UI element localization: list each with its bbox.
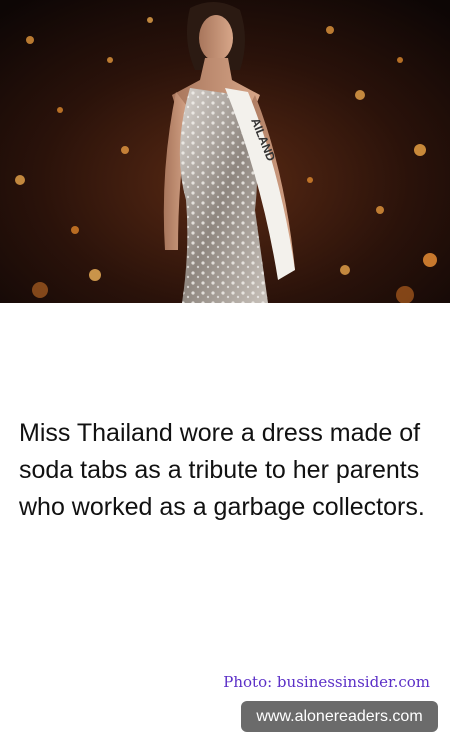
site-watermark: www.alonereaders.com xyxy=(241,701,438,732)
caption-text: Miss Thailand wore a dress made of soda … xyxy=(19,419,425,521)
page: AILAND Miss Thailand wore a dress made o… xyxy=(0,0,450,750)
photo-credit: Photo: businessinsider.com xyxy=(223,673,430,691)
pageant-photo: AILAND xyxy=(0,0,450,303)
pageant-photo-illustration: AILAND xyxy=(0,0,450,303)
